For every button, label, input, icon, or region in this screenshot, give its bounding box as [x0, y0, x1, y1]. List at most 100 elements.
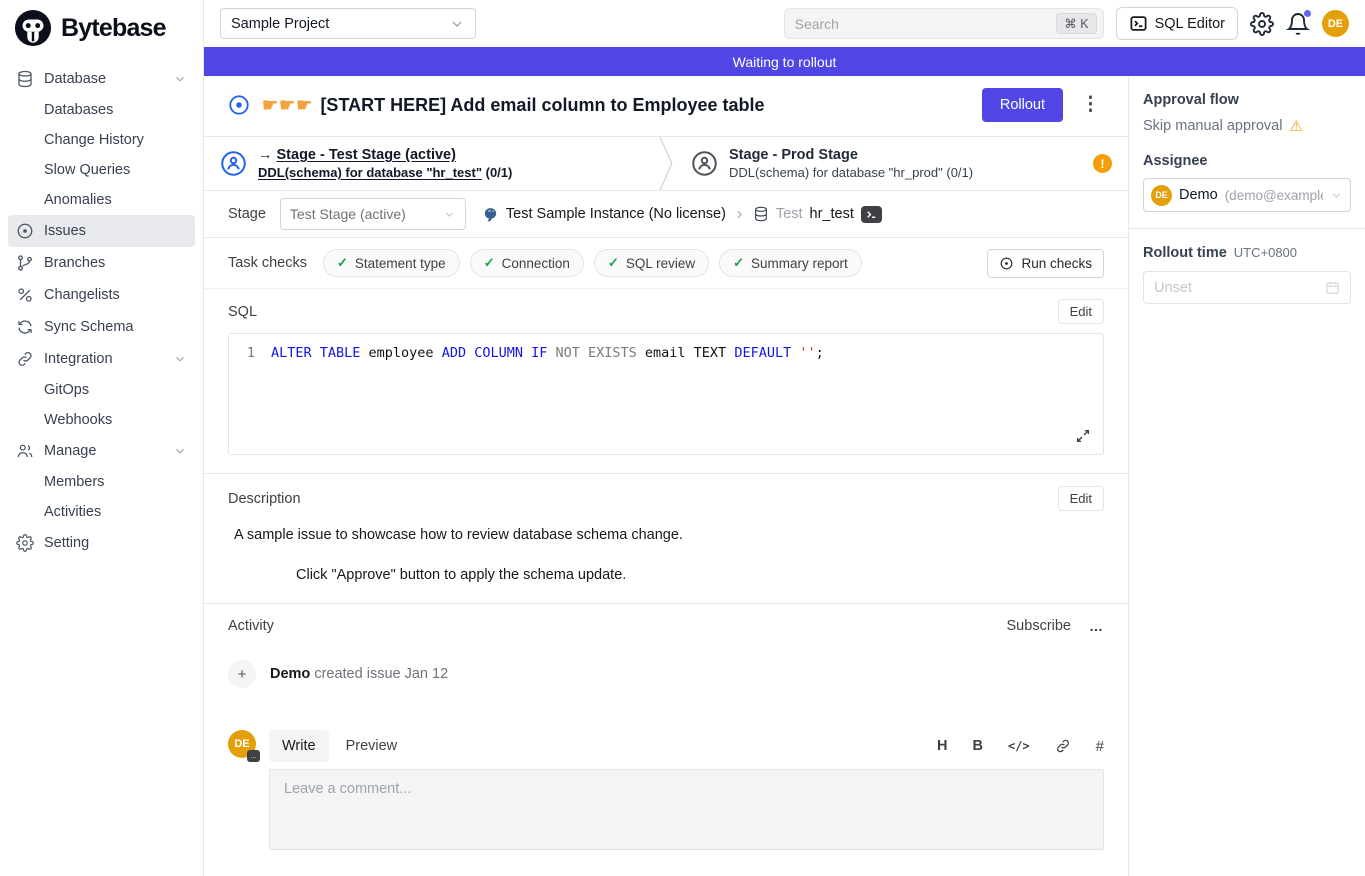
sidebar-item-databases[interactable]: Databases [8, 95, 195, 125]
sidebar-item-members[interactable]: Members [8, 467, 195, 497]
git-branch-icon [16, 254, 34, 272]
composer-tabs: Write Preview H B </> # [269, 730, 1104, 762]
search-shortcut: ⌘ K [1056, 13, 1096, 34]
hash-format-icon[interactable]: # [1096, 738, 1104, 755]
user-avatar[interactable]: DE [1322, 10, 1349, 37]
stage-pipeline: →Stage - Test Stage (active) DDL(schema)… [204, 137, 1128, 191]
sidebar-item-change-history[interactable]: Change History [8, 125, 195, 155]
assignee-select[interactable]: DE Demo (demo@example [1143, 178, 1351, 212]
circle-dot-icon [16, 222, 34, 240]
rollout-time-value: Unset [1154, 280, 1192, 296]
check-pill-label: Summary report [751, 256, 848, 271]
check-pill-connection[interactable]: ✓ Connection [470, 249, 584, 277]
task-checks-label: Task checks [228, 255, 307, 271]
sql-edit-button[interactable]: Edit [1058, 299, 1104, 324]
rollout-button[interactable]: Rollout [982, 88, 1063, 122]
kebab-menu-icon[interactable]: ⋮ [1077, 98, 1104, 112]
database-icon [753, 206, 769, 222]
calendar-icon [1325, 280, 1340, 295]
stage-select[interactable]: Test Stage (active) [280, 198, 466, 230]
search-input[interactable] [795, 16, 1057, 32]
bold-format-icon[interactable]: B [972, 738, 982, 754]
database-icon [16, 70, 34, 88]
panel-divider [1129, 228, 1365, 229]
sql-editor-button[interactable]: SQL Editor [1116, 7, 1238, 40]
sidebar-item-label: Setting [44, 535, 89, 551]
stage-selector-row: Stage Test Stage (active) Test Sample In… [204, 191, 1128, 238]
sidebar-item-branches[interactable]: Branches [8, 247, 195, 279]
sidebar-item-slow-queries[interactable]: Slow Queries [8, 155, 195, 185]
check-pill-statement-type[interactable]: ✓ Statement type [323, 249, 460, 277]
environment-name: Test [776, 206, 803, 222]
sql-editor[interactable]: 1 ALTER TABLE employee ADD COLUMN IF NOT… [228, 333, 1104, 455]
run-checks-label: Run checks [1021, 256, 1092, 271]
sidebar-item-issues[interactable]: Issues [8, 215, 195, 247]
sidebar-item-gitops[interactable]: GitOps [8, 375, 195, 405]
more-options-icon[interactable]: … [1089, 618, 1104, 634]
stage-card-test[interactable]: →Stage - Test Stage (active) DDL(schema)… [204, 137, 657, 190]
stage-task-count: (0/1) [946, 165, 973, 180]
link-format-icon[interactable] [1055, 738, 1071, 754]
sidebar-item-sync-schema[interactable]: Sync Schema [8, 311, 195, 343]
sidebar-item-label: Branches [44, 255, 105, 271]
description-edit-button[interactable]: Edit [1058, 486, 1104, 511]
sidebar-item-label: Databases [44, 102, 113, 118]
line-number: 1 [229, 345, 271, 361]
check-pill-sql-review[interactable]: ✓ SQL review [594, 249, 709, 277]
sidebar-item-label: Manage [44, 443, 96, 459]
subscribe-link[interactable]: Subscribe [1007, 618, 1071, 634]
tab-write[interactable]: Write [269, 730, 329, 762]
sidebar-item-manage[interactable]: Manage [8, 435, 195, 467]
sql-editor-label: SQL Editor [1155, 16, 1225, 32]
notification-bell-icon[interactable] [1286, 12, 1310, 36]
check-pill-label: Connection [502, 256, 570, 271]
sidebar-item-changelists[interactable]: Changelists [8, 279, 195, 311]
search-box[interactable]: ⌘ K [784, 8, 1104, 39]
status-banner: Waiting to rollout [204, 47, 1365, 76]
stage-title: Stage - Prod Stage [729, 147, 973, 163]
tab-preview[interactable]: Preview [333, 730, 411, 762]
sidebar-item-activities[interactable]: Activities [8, 497, 195, 527]
assignee-avatar: DE [1151, 185, 1172, 206]
chevron-down-icon [173, 444, 187, 458]
settings-gear-icon[interactable] [1250, 12, 1274, 36]
sidebar-item-anomalies[interactable]: Anomalies [8, 185, 195, 215]
code-format-icon[interactable]: </> [1008, 739, 1030, 753]
rollout-time-picker[interactable]: Unset [1143, 271, 1351, 304]
stage-select-value: Test Stage (active) [290, 206, 406, 222]
activity-user: Demo [270, 666, 310, 682]
sidebar-item-setting[interactable]: Setting [8, 527, 195, 559]
sidebar-item-webhooks[interactable]: Webhooks [8, 405, 195, 435]
stage-person-icon [691, 150, 718, 177]
project-select[interactable]: Sample Project [220, 8, 476, 39]
assignee-label: Assignee [1143, 153, 1351, 169]
notification-dot [1304, 10, 1311, 17]
sidebar-item-label: Webhooks [44, 412, 112, 428]
description-line: A sample issue to showcase how to review… [234, 527, 1104, 543]
brand-logo[interactable]: Bytebase [0, 0, 203, 53]
stage-card-prod[interactable]: Stage - Prod Stage DDL(schema) for datab… [675, 137, 1128, 190]
sql-section: SQL Edit 1 ALTER TABLE employee ADD COLU… [204, 289, 1128, 473]
changelist-icon [16, 286, 34, 304]
sidebar-item-label: Slow Queries [44, 162, 130, 178]
issue-detail-main: ☛☛☛ [START HERE] Add email column to Emp… [204, 76, 1128, 876]
gear-icon [16, 534, 34, 552]
stage-person-icon [220, 150, 247, 177]
open-sql-editor-icon[interactable] [861, 206, 882, 223]
expand-icon[interactable] [1075, 428, 1091, 444]
instance-name[interactable]: Test Sample Instance (No license) [506, 206, 726, 222]
breadcrumb-separator [733, 208, 746, 221]
sidebar-item-label: Changelists [44, 287, 120, 303]
check-pill-summary-report[interactable]: ✓ Summary report [719, 249, 862, 277]
database-breadcrumb: Test Sample Instance (No license) Test h… [482, 206, 882, 223]
rollout-time-label: Rollout time [1143, 245, 1227, 261]
activity-action: created issue Jan 12 [310, 666, 448, 682]
sidebar-item-database[interactable]: Database [8, 63, 195, 95]
sidebar-item-integration[interactable]: Integration [8, 343, 195, 375]
sidebar-item-label: Sync Schema [44, 319, 133, 335]
run-checks-button[interactable]: Run checks [987, 249, 1104, 278]
comment-input[interactable] [269, 769, 1104, 850]
database-name[interactable]: hr_test [810, 206, 854, 222]
issue-status-icon [228, 94, 250, 116]
heading-format-icon[interactable]: H [937, 738, 947, 754]
